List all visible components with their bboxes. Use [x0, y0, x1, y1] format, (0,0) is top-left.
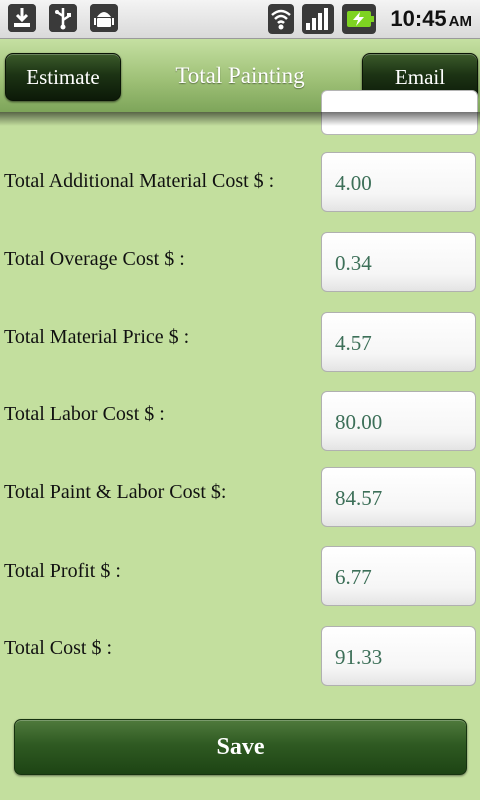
profit-value: 6.77 — [335, 565, 372, 589]
labor-cost-value: 80.00 — [335, 410, 383, 434]
material-price-label: Total Material Price $ : — [4, 326, 190, 348]
overage-cost-value: 0.34 — [335, 251, 372, 275]
paint-labor-cost-label: Total Paint & Labor Cost $: — [4, 481, 227, 503]
header-shadow — [0, 112, 480, 126]
paint-labor-cost-field[interactable]: 84.57 — [321, 467, 476, 527]
labor-cost-label: Total Labor Cost $ : — [4, 403, 165, 425]
additional-material-cost-field[interactable]: 4.00 — [321, 152, 476, 212]
total-cost-label: Total Cost $ : — [4, 637, 113, 659]
total-cost-value: 91.33 — [335, 645, 383, 669]
additional-material-cost-label: Total Additional Material Cost $ : — [4, 170, 275, 192]
overage-cost-field[interactable]: 0.34 — [321, 232, 476, 292]
save-button[interactable]: Save — [14, 719, 467, 775]
profit-field[interactable]: 6.77 — [321, 546, 476, 606]
profit-label: Total Profit $ : — [4, 560, 121, 582]
overage-cost-label: Total Overage Cost $ : — [4, 248, 185, 270]
material-price-field[interactable]: 4.57 — [321, 312, 476, 372]
additional-material-cost-value: 4.00 — [335, 171, 372, 195]
paint-labor-cost-value: 84.57 — [335, 486, 383, 510]
material-price-value: 4.57 — [335, 331, 372, 355]
total-cost-field[interactable]: 91.33 — [321, 626, 476, 686]
labor-cost-field[interactable]: 80.00 — [321, 391, 476, 451]
